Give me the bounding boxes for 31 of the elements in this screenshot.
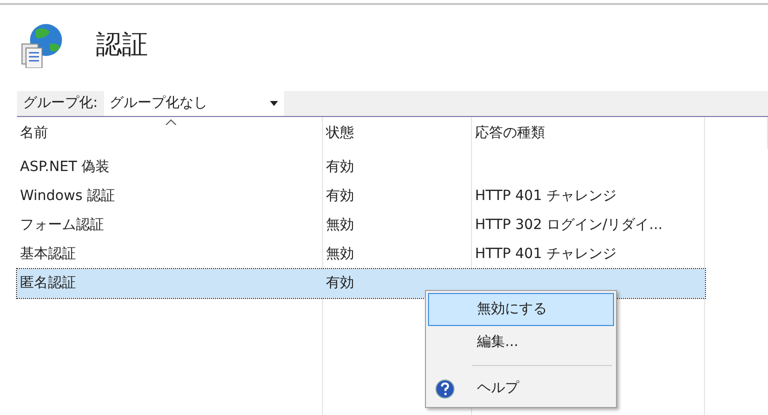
table-row[interactable]: Windows 認証 有効 HTTP 401 チャレンジ	[17, 182, 705, 211]
table-row[interactable]: ASP.NET 偽装 有効	[17, 153, 705, 182]
table-cell-text: 基本認証	[19, 245, 77, 264]
help-icon	[435, 378, 455, 398]
table-cell-text: HTTP 401 チャレンジ	[474, 245, 618, 264]
dropdown-arrow-icon	[270, 101, 278, 106]
menu-item[interactable]: 無効にする	[428, 293, 614, 326]
sort-ascending-icon	[165, 119, 177, 125]
table-row[interactable]: 基本認証 無効 HTTP 401 チャレンジ	[17, 240, 705, 269]
group-by-label: グループ化:	[22, 94, 99, 113]
menu-item[interactable]: 編集...	[428, 326, 614, 359]
column-header[interactable]: 応答の種類	[472, 117, 705, 149]
table-cell-text: HTTP 302 ログイン/リダイ...	[474, 216, 664, 235]
table-row[interactable]: 匿名認証 有効	[17, 269, 705, 298]
table-cell-text: 無効	[325, 245, 355, 264]
table-cell-text: 有効	[325, 158, 355, 177]
table-cell-text: HTTP 401 チャレンジ	[474, 187, 618, 206]
table-cell-text: 匿名認証	[19, 274, 77, 293]
group-by-dropdown[interactable]: グループ化なし	[104, 91, 284, 116]
table-cell-text: ASP.NET 偽装	[19, 158, 110, 177]
menu-item[interactable]: ヘルプ	[428, 372, 614, 405]
table-cell-text: Windows 認証	[19, 187, 116, 206]
table-cell-text: 有効	[325, 187, 355, 206]
column-header[interactable]: 状態	[323, 117, 472, 149]
page-title: 認証	[96, 28, 148, 62]
table-row[interactable]: フォーム認証 無効 HTTP 302 ログイン/リダイ...	[17, 211, 705, 240]
table-cell-text: フォーム認証	[19, 216, 105, 235]
column-header[interactable]: 名前	[17, 117, 323, 149]
table-cell-text: 有効	[325, 274, 355, 293]
globe-document-icon	[20, 22, 64, 68]
table-cell-text: 無効	[325, 216, 355, 235]
